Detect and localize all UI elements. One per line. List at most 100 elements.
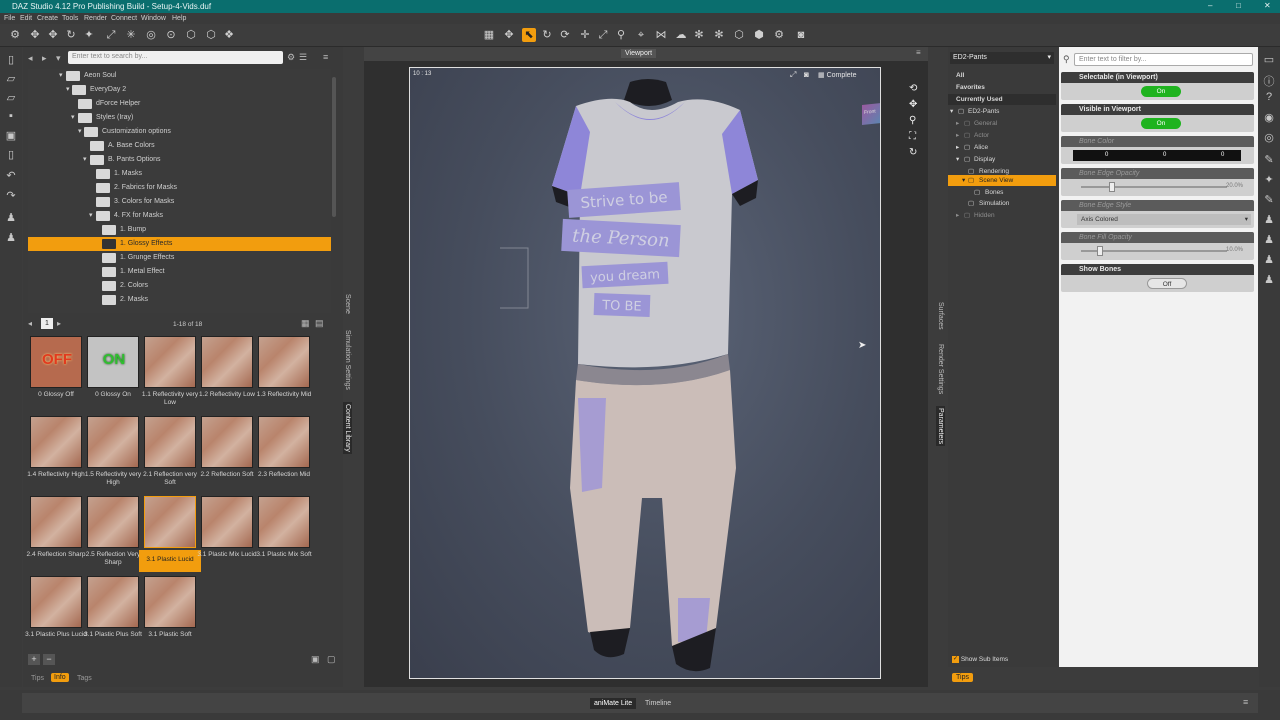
paint-icon[interactable]: ☁ [674, 28, 688, 42]
slider-handle[interactable] [1109, 182, 1115, 192]
spot-render-icon[interactable]: ⬡ [204, 28, 218, 42]
icon-view-icon[interactable]: ▦ [301, 318, 310, 329]
orbit-nav-icon[interactable]: ⟲ [909, 83, 917, 94]
tree-item[interactable]: ▾ Aeon Soul [28, 69, 331, 83]
node-select-icon[interactable]: ◎ [144, 28, 158, 42]
filter-all[interactable]: All [948, 70, 1056, 81]
figure-icon[interactable]: ♟ [4, 211, 18, 225]
maximize-button[interactable]: □ [1236, 1, 1241, 10]
thumb-item[interactable]: 2.3 Reflection Mid [257, 416, 311, 494]
tool-c-icon[interactable]: ✎ [1262, 193, 1276, 207]
minimize-button[interactable]: – [1208, 1, 1212, 10]
info-icon[interactable]: ⓘ [1262, 73, 1276, 88]
bone-color-field[interactable]: 0 0 0 [1073, 150, 1241, 161]
pan-nav-icon[interactable]: ✥ [909, 99, 917, 110]
thumb-item[interactable]: ON 0 Glossy On [86, 336, 140, 414]
light-icon[interactable]: ✻ [692, 28, 706, 42]
list-view-icon[interactable]: ▤ [315, 318, 324, 329]
joint-tool-icon[interactable]: ✳ [124, 28, 138, 42]
scene-tree-item[interactable]: ▢ Simulation [948, 198, 1056, 209]
node-selection-icon[interactable]: ⬉ [522, 28, 536, 42]
camera-icon[interactable]: ◙ [794, 28, 808, 42]
tab-content-library[interactable]: Content Library [343, 402, 352, 454]
geometry-editor-icon[interactable]: ⌖ [634, 28, 648, 42]
translate-icon[interactable]: ✛ [578, 28, 592, 42]
figure-fit-icon[interactable]: ♟ [4, 231, 18, 245]
page-icon[interactable]: ▣ [311, 654, 320, 665]
viewport-menu-icon[interactable]: ≡ [916, 48, 921, 57]
orbit-icon[interactable]: ⟳ [558, 28, 572, 42]
tab-animate-lite[interactable]: aniMate Lite [590, 698, 637, 709]
translate-tool-icon[interactable]: ✦ [82, 28, 96, 42]
add-icon[interactable]: + [28, 654, 40, 665]
tree-item[interactable]: 2. Masks [28, 293, 331, 307]
tab-render-settings[interactable]: Render Settings [937, 344, 944, 394]
slider-handle[interactable] [1097, 246, 1103, 256]
surface-select-icon[interactable]: ⬡ [732, 28, 746, 42]
scale-tool-icon[interactable]: ⤢ [104, 28, 118, 42]
figure-c-icon[interactable]: ♟ [1262, 253, 1276, 267]
remove-icon[interactable]: − [43, 654, 55, 665]
universal-tool-icon[interactable]: ✥ [502, 28, 516, 42]
tab-surfaces[interactable]: Surfaces [937, 302, 944, 330]
frame-nav-icon[interactable]: ⛶ [909, 131, 916, 142]
menu-edit[interactable]: Edit [20, 15, 32, 22]
thumb-item[interactable]: 2.2 Reflection Soft [200, 416, 254, 494]
scene-tree-item[interactable]: ▸ ▢ Hidden [948, 210, 1056, 221]
show-bones-toggle[interactable]: Off [1147, 278, 1187, 289]
view-mode-icon[interactable]: ☰ [299, 52, 307, 63]
tree-item[interactable]: 3. Colors for Masks [28, 195, 331, 209]
tree-item[interactable]: ▾ Styles (Iray) [28, 111, 331, 125]
tab-tips-right[interactable]: Tips [952, 673, 973, 682]
pose-tool-icon[interactable]: ✥ [28, 28, 42, 42]
scene-tree-item[interactable]: ▸ ▢ General [948, 118, 1056, 129]
bone-edge-style-dropdown[interactable]: Axis Colored ▾ [1077, 214, 1251, 225]
target-icon[interactable]: ◎ [1262, 131, 1276, 145]
undo-icon[interactable]: ↶ [4, 169, 18, 183]
thumb-item[interactable]: 3.1 Plastic Plus Soft [84, 576, 142, 654]
scene-tree-item[interactable]: ▸ ▢ Alice [948, 142, 1056, 153]
tree-item[interactable]: ▾ B. Pants Options [28, 153, 331, 167]
panel-options-icon[interactable]: ▢ [327, 654, 336, 665]
doc-icon[interactable]: ▭ [1262, 53, 1276, 67]
tree-item[interactable]: 2. Fabrics for Masks [28, 181, 331, 195]
tree-item[interactable]: A. Base Colors [28, 139, 331, 153]
help-icon[interactable]: ? [1262, 91, 1276, 105]
thumb-item[interactable]: 1.1 Reflectivity very Low [142, 336, 198, 414]
tree-scrollbar[interactable] [332, 77, 336, 217]
thumb-item[interactable]: 1.5 Reflectivity very High [85, 416, 141, 494]
node-dropdown[interactable]: ED2-Pants ▾ [950, 52, 1054, 64]
morph-icon[interactable]: ⋈ [654, 28, 668, 42]
merge-icon[interactable]: ▱ [4, 91, 18, 105]
menu-connect[interactable]: Connect [111, 15, 137, 22]
page-number[interactable]: 1 [41, 318, 53, 329]
tool-b-icon[interactable]: ✦ [1262, 173, 1276, 187]
menu-create[interactable]: Create [37, 15, 58, 22]
scene-tree-item[interactable]: ▢ Bones [948, 187, 1056, 198]
rotate-view-icon[interactable]: ↻ [540, 28, 554, 42]
tab-timeline[interactable]: Timeline [645, 700, 671, 707]
tree-item[interactable]: 1. Bump [28, 223, 331, 237]
filter-currently-used[interactable]: Currently Used [948, 94, 1056, 105]
figure-b-icon[interactable]: ♟ [1262, 233, 1276, 247]
open-icon[interactable]: ▱ [4, 72, 18, 86]
content-search-input[interactable]: Enter text to search by... [68, 51, 283, 64]
menu-file[interactable]: File [4, 15, 15, 22]
history-icon[interactable]: ▾ [56, 53, 61, 64]
export-icon[interactable]: ▯ [4, 148, 18, 162]
scale-icon[interactable]: ⤢ [596, 28, 610, 42]
thumb-item-selected[interactable]: 3.1 Plastic Lucid [139, 496, 201, 574]
preferences-icon[interactable]: ⚙ [772, 28, 786, 42]
visibility-icon[interactable]: ◉ [1262, 111, 1276, 125]
thumb-item[interactable]: 2.4 Reflection Sharp [27, 496, 85, 574]
tab-tags[interactable]: Tags [77, 675, 92, 682]
tree-item[interactable]: 1. Grunge Effects [28, 251, 331, 265]
tree-item[interactable]: dForce Helper [28, 97, 331, 111]
tab-parameters[interactable]: Parameters [936, 406, 945, 447]
thumb-item[interactable]: 3.1 Plastic Plus Lucid [25, 576, 87, 654]
thumb-item[interactable]: 1.4 Reflectivity High [27, 416, 85, 494]
zoom-nav-icon[interactable]: ⚲ [909, 115, 916, 126]
tab-scene[interactable]: Scene [344, 294, 351, 314]
tree-item[interactable]: ▾ EveryDay 2 [28, 83, 331, 97]
thumb-item[interactable]: 3.1 Plastic Mix Lucid [197, 496, 257, 574]
